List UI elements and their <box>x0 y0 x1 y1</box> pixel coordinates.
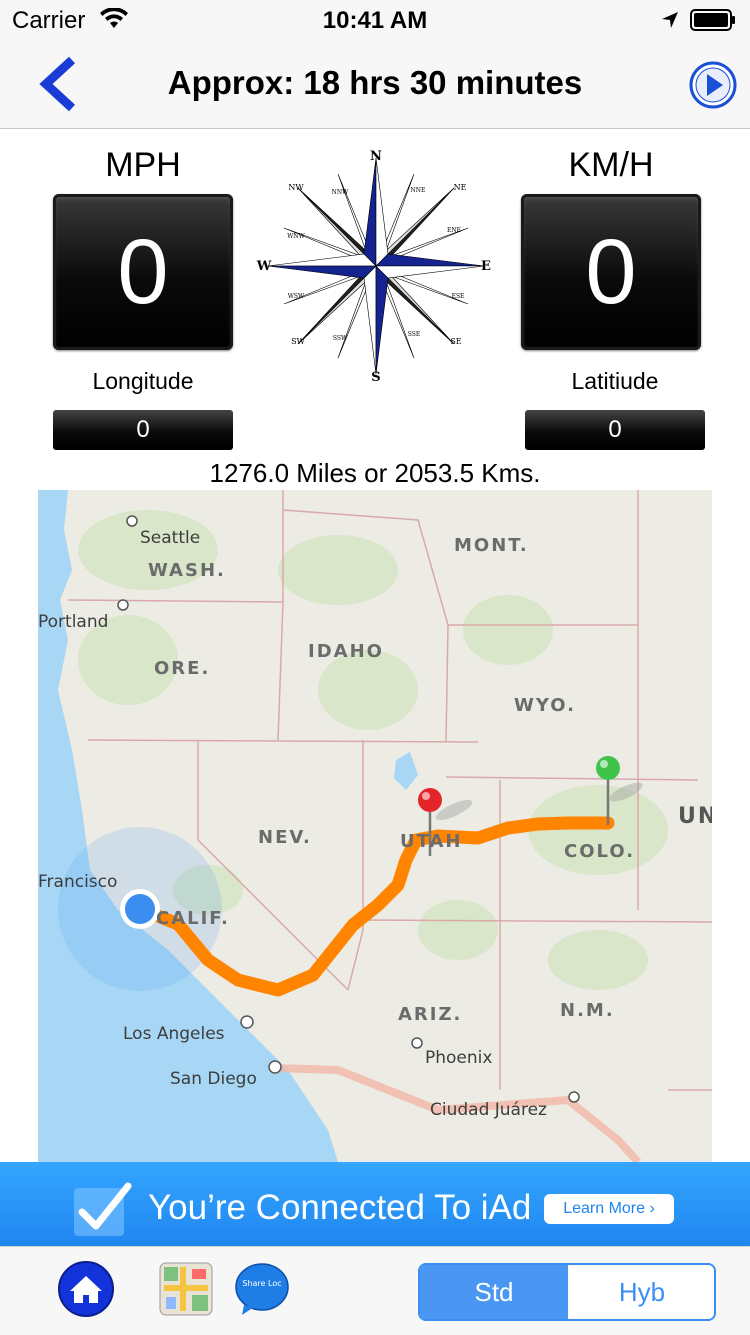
state-calif: CALIF. <box>156 908 230 929</box>
state-nev: NEV. <box>258 827 312 848</box>
iad-banner[interactable]: You’re Connected To iAd Learn More › <box>0 1162 750 1246</box>
state-utah: UTAH <box>400 831 463 852</box>
page-title: Approx: 18 hrs 30 minutes <box>167 64 583 101</box>
compass-sse: SSE <box>408 331 421 338</box>
kmh-display: 0 <box>521 194 701 350</box>
segment-hyb[interactable]: Hyb <box>568 1265 714 1319</box>
map-type-segmented-control: Std Hyb <box>418 1263 716 1321</box>
segment-std[interactable]: Std <box>420 1265 568 1319</box>
compass-e: E <box>481 259 491 274</box>
navigation-bar: Approx: 18 hrs 30 minutes <box>0 40 750 129</box>
state-idaho: IDAHO <box>308 641 384 662</box>
map-canvas <box>38 490 712 1162</box>
compass-wnw: WNW <box>287 233 305 240</box>
mph-label: MPH <box>105 146 181 184</box>
state-ariz: ARIZ. <box>398 1004 463 1025</box>
compass-ene: ENE <box>447 227 461 234</box>
city-phoenix: Phoenix <box>425 1048 493 1068</box>
state-wyo: WYO. <box>514 695 576 716</box>
location-arrow-icon <box>662 12 678 28</box>
city-portland: Portland <box>38 612 109 632</box>
compass-nne: NNE <box>411 187 426 194</box>
longitude-label: Longitude <box>92 368 194 394</box>
compass-wsw: WSW <box>288 293 305 300</box>
compass-nnw: NNW <box>332 189 350 196</box>
ad-text: You’re Connected To iAd <box>148 1188 532 1227</box>
state-un: UN <box>678 804 712 829</box>
battery-icon <box>690 9 735 31</box>
state-mont: MONT. <box>454 535 529 556</box>
compass-ne: NE <box>454 183 467 192</box>
compass-s: S <box>371 370 380 385</box>
map-view[interactable]: Seattle WASH. Portland ORE. IDAHO MONT. … <box>38 490 712 1162</box>
clock: 10:41 AM <box>322 7 428 34</box>
compass-rose-icon: N S E W NE NW SE SW NNE ENE ESE SSE SSW … <box>256 149 491 385</box>
bottom-toolbar: Share Loc Std Hyb <box>0 1246 750 1335</box>
compass-ssw: SSW <box>333 335 348 342</box>
mph-display: 0 <box>53 194 233 350</box>
compass-ese: ESE <box>452 293 465 300</box>
compass-n: N <box>370 149 382 164</box>
city-ciudad-juarez: Ciudad Juárez <box>430 1100 547 1120</box>
city-los-angeles: Los Angeles <box>123 1024 225 1044</box>
map-icon[interactable] <box>158 1261 214 1317</box>
kmh-label: KM/H <box>568 146 654 184</box>
compass-sw: SW <box>291 337 305 346</box>
home-icon[interactable] <box>58 1261 114 1317</box>
chevron-left-icon[interactable] <box>36 56 80 112</box>
checkmark-icon <box>74 1182 132 1236</box>
latitude-label: Latitiude <box>571 368 659 394</box>
distance-text: 1276.0 Miles or 2053.5 Kms. <box>209 458 541 488</box>
state-wash: WASH. <box>148 560 226 581</box>
state-nm: N.M. <box>560 1000 615 1021</box>
latitude-value: 0 <box>525 410 705 450</box>
longitude-value: 0 <box>53 410 233 450</box>
share-icon-text: Share Loc <box>242 1279 281 1288</box>
learn-more-button[interactable]: Learn More › <box>544 1194 674 1224</box>
compass-se: SE <box>450 337 461 346</box>
state-ore: ORE. <box>154 658 211 679</box>
share-location-icon[interactable]: Share Loc <box>234 1261 290 1317</box>
city-san-francisco: Francisco <box>38 872 118 892</box>
compass-w: W <box>256 259 272 274</box>
compass-nw: NW <box>288 183 304 192</box>
status-bar: Carrier 10:41 AM <box>0 0 750 40</box>
state-colo: COLO. <box>564 841 636 862</box>
city-seattle: Seattle <box>140 528 201 548</box>
city-san-diego: San Diego <box>170 1069 257 1089</box>
play-icon[interactable] <box>688 60 738 110</box>
